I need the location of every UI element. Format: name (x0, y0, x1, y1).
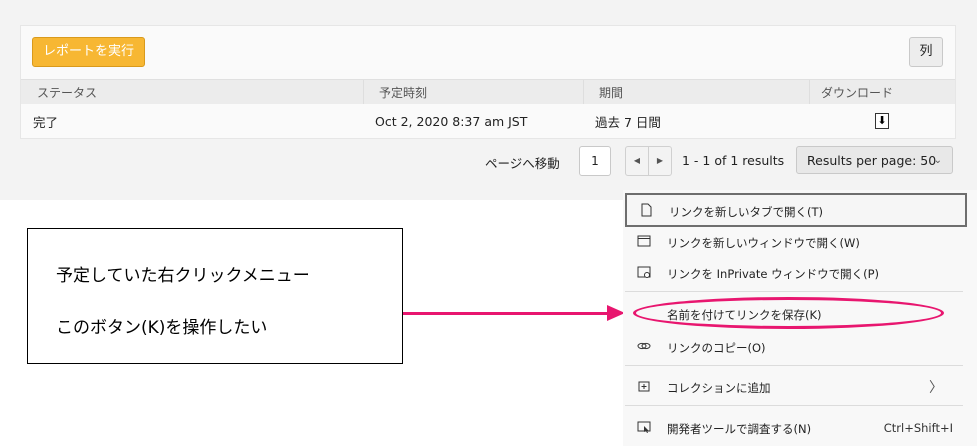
annotation-highlight-ellipse (633, 297, 944, 329)
note-line-2: このボタン(K)を操作したい (56, 318, 268, 338)
annotation-arrow (403, 312, 608, 315)
table-header: ステータス 予定時刻 期間 ダウンロード (21, 79, 955, 105)
menu-item-label: リンクを新しいウィンドウで開く(W) (667, 236, 860, 250)
cell-period: 過去 7 日間 (595, 114, 661, 130)
next-page-button[interactable]: ▶ (648, 146, 672, 176)
cell-scheduled: Oct 2, 2020 8:37 am JST (375, 113, 528, 129)
results-range: 1 - 1 of 1 results (682, 153, 785, 168)
inprivate-icon (637, 266, 651, 278)
header-period[interactable]: 期間 (599, 80, 623, 104)
column-divider (809, 80, 810, 104)
header-download[interactable]: ダウンロード (821, 80, 893, 104)
shortcut-label: Ctrl+Shift+I (883, 421, 953, 435)
menu-item-open-inprivate[interactable]: リンクを InPrivate ウィンドウで開く(P) (625, 257, 963, 287)
columns-button[interactable]: 列 (909, 37, 943, 67)
note-line-1: 予定していた右クリックメニュー (56, 266, 310, 286)
goto-page-label: ページへ移動 (485, 156, 560, 171)
chevron-down-icon: ⌄ (933, 155, 942, 166)
menu-divider (625, 365, 963, 366)
report-panel: レポートを実行 列 ステータス 予定時刻 期間 ダウンロード 完了 Oct 2,… (0, 0, 977, 200)
menu-item-open-new-window[interactable]: リンクを新しいウィンドウで開く(W) (625, 226, 963, 256)
menu-item-label: リンクを新しいタブで開く(T) (669, 205, 823, 219)
menu-item-inspect[interactable]: 開発者ツールで調査する(N) Ctrl+Shift+I (625, 412, 963, 442)
page-number-input[interactable]: 1 (579, 146, 611, 176)
column-divider (363, 80, 364, 104)
devtools-icon (637, 421, 651, 433)
cell-download: ⬇ (875, 104, 889, 138)
menu-item-copy-link[interactable]: リンクのコピー(O) (625, 331, 963, 361)
column-divider (583, 80, 584, 104)
link-icon (637, 342, 651, 350)
run-report-button[interactable]: レポートを実行 (32, 37, 145, 67)
cell-status: 完了 (33, 114, 59, 130)
header-scheduled[interactable]: 予定時刻 (379, 80, 427, 104)
menu-divider (625, 405, 963, 406)
collection-icon (638, 381, 650, 392)
menu-item-add-to-collection[interactable]: コレクションに追加 〉 (625, 371, 963, 401)
chevron-right-icon: 〉 (929, 380, 943, 396)
new-window-icon (637, 235, 651, 247)
report-card: レポートを実行 列 ステータス 予定時刻 期間 ダウンロード 完了 Oct 2,… (20, 25, 956, 139)
annotation-note: 予定していた右クリックメニュー このボタン(K)を操作したい (27, 228, 403, 364)
new-tab-icon (641, 203, 652, 217)
menu-item-open-new-tab[interactable]: リンクを新しいタブで開く(T) (625, 193, 967, 227)
prev-page-button[interactable]: ◀ (625, 146, 649, 176)
results-per-page-label: Results per page: 50 (807, 153, 937, 168)
menu-item-label: 開発者ツールで調査する(N) (667, 422, 812, 436)
menu-item-label: リンクを InPrivate ウィンドウで開く(P) (667, 267, 879, 281)
results-per-page-select[interactable]: Results per page: 50 ⌄ (796, 146, 953, 174)
table-row: 完了 Oct 2, 2020 8:37 am JST 過去 7 日間 ⬇ (21, 104, 955, 138)
header-status[interactable]: ステータス (37, 80, 97, 104)
menu-divider (625, 291, 963, 292)
download-icon[interactable]: ⬇ (875, 113, 889, 129)
menu-item-label: コレクションに追加 (667, 381, 771, 395)
menu-item-label: リンクのコピー(O) (667, 341, 766, 355)
